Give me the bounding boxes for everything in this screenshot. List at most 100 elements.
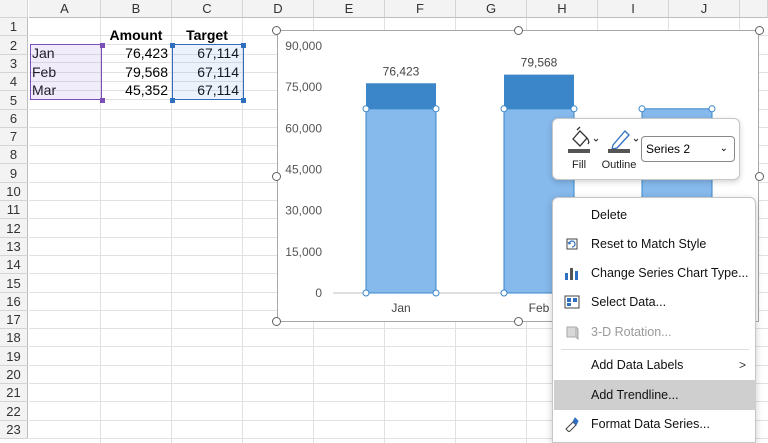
chart-resize-handle[interactable] (514, 317, 523, 326)
row-header[interactable]: 14 (0, 256, 28, 274)
menu-item-format-data-series[interactable]: Format Data Series... (554, 409, 756, 439)
range-highlight-categories (30, 44, 102, 100)
column-header[interactable]: D (243, 0, 314, 18)
mini-toolbar: Fill Outline Series 2 ⌄ (552, 118, 740, 180)
range-handle[interactable] (170, 98, 175, 103)
row-header[interactable]: 21 (0, 384, 28, 402)
series-selection-handle (432, 105, 440, 113)
format-series-icon (565, 417, 579, 432)
reset-style-icon (566, 238, 578, 250)
select-all-corner[interactable] (0, 0, 28, 18)
row-header[interactable]: 22 (0, 402, 28, 421)
chart-resize-handle[interactable] (272, 317, 281, 326)
y-tick-label: 0 (315, 286, 322, 300)
data-label: 76,423 (383, 64, 420, 78)
range-handle[interactable] (100, 98, 105, 103)
chart-resize-handle[interactable] (272, 26, 281, 35)
header-amount[interactable]: Amount (101, 27, 172, 45)
y-tick-label: 45,000 (285, 163, 322, 177)
row-header[interactable]: 19 (0, 347, 28, 366)
row-header[interactable]: 11 (0, 201, 28, 219)
y-tick-label: 30,000 (285, 204, 322, 218)
menu-item-add-data-labels[interactable]: Add Data Labels > (554, 350, 756, 380)
chart-type-icon (565, 268, 578, 280)
y-tick-label: 90,000 (285, 39, 322, 53)
x-tick-label: Jan (391, 301, 410, 315)
menu-item-label: Select Data... (591, 295, 667, 309)
series-selection-handle (362, 105, 370, 113)
column-header[interactable]: J (669, 0, 740, 18)
row-header[interactable]: 1 (0, 18, 28, 36)
column-header[interactable]: E (314, 0, 385, 18)
bar-amount[interactable] (366, 83, 436, 109)
menu-item-select-data[interactable]: Select Data... (554, 287, 756, 317)
menu-item-label: Add Trendline... (591, 388, 679, 402)
column-header[interactable]: C (172, 0, 243, 18)
series-selection-handle (500, 289, 508, 297)
column-header[interactable]: B (101, 0, 172, 18)
row-header[interactable]: 23 (0, 421, 28, 439)
row-header[interactable]: 5 (0, 91, 28, 110)
row-header[interactable]: 6 (0, 110, 28, 128)
column-header[interactable]: I (598, 0, 669, 18)
menu-item-add-trendline[interactable]: Add Trendline... (554, 380, 756, 410)
range-handle[interactable] (241, 43, 246, 48)
range-handle[interactable] (100, 43, 105, 48)
row-header[interactable]: 18 (0, 329, 28, 347)
series-selection-handle (570, 105, 578, 113)
chart-resize-handle[interactable] (755, 172, 764, 181)
series-selection-handle (432, 289, 440, 297)
column-header[interactable]: A (29, 0, 101, 18)
range-handle[interactable] (241, 98, 246, 103)
series-selection-handle (362, 289, 370, 297)
rotation-3d-icon (566, 326, 579, 340)
row-header[interactable]: 7 (0, 128, 28, 146)
column-header[interactable]: G (456, 0, 527, 18)
row-header[interactable]: 20 (0, 366, 28, 384)
chart-resize-handle[interactable] (272, 172, 281, 181)
fill-label: Fill (571, 159, 587, 171)
cell-b4[interactable]: 45,352 (101, 82, 172, 100)
bar-target[interactable] (365, 108, 437, 294)
row-header[interactable]: 15 (0, 274, 28, 293)
context-menu: Delete Reset to Match Style Change Serie… (552, 197, 756, 443)
column-header[interactable] (740, 0, 768, 18)
row-header[interactable]: 9 (0, 164, 28, 183)
data-label: 79,568 (521, 56, 558, 70)
chart-resize-handle[interactable] (514, 26, 523, 35)
row-header[interactable]: 10 (0, 183, 28, 201)
series-selection-handle (638, 105, 646, 113)
cell-b3[interactable]: 79,568 (101, 64, 172, 82)
chevron-down-icon: ⌄ (719, 143, 728, 154)
header-target[interactable]: Target (172, 27, 243, 45)
series-selector-dropdown[interactable]: Series 2 ⌄ (641, 136, 735, 162)
row-header[interactable]: 3 (0, 55, 28, 73)
series-selected-value: Series 2 (646, 142, 691, 156)
series-selection-handle (500, 105, 508, 113)
outline-button[interactable]: Outline (599, 123, 639, 177)
row-header[interactable]: 8 (0, 146, 28, 164)
menu-item-label: Add Data Labels (591, 358, 684, 372)
column-header[interactable]: F (385, 0, 456, 18)
bar-amount[interactable] (504, 74, 574, 109)
range-highlight-target (172, 44, 244, 100)
row-header[interactable]: 2 (0, 36, 28, 55)
chart-resize-handle[interactable] (755, 26, 764, 35)
menu-item-delete[interactable]: Delete (554, 200, 756, 230)
column-header[interactable]: H (527, 0, 598, 18)
menu-item-label: Change Series Chart Type... (591, 266, 749, 280)
row-header[interactable]: 17 (0, 311, 28, 329)
cell-b2[interactable]: 76,423 (101, 45, 172, 63)
row-header[interactable]: 4 (0, 73, 28, 91)
menu-item-3d-rotation: 3-D Rotation... (554, 317, 756, 347)
menu-item-change-chart-type[interactable]: Change Series Chart Type... (554, 258, 756, 288)
select-data-icon (564, 295, 580, 309)
row-header[interactable]: 16 (0, 293, 28, 311)
chevron-right-icon: > (738, 358, 746, 372)
paint-bucket-icon (568, 126, 599, 153)
fill-button[interactable]: Fill (559, 123, 599, 177)
row-header[interactable]: 13 (0, 238, 28, 256)
row-header[interactable]: 12 (0, 219, 28, 238)
range-handle[interactable] (170, 43, 175, 48)
menu-item-reset-style[interactable]: Reset to Match Style (554, 229, 756, 259)
